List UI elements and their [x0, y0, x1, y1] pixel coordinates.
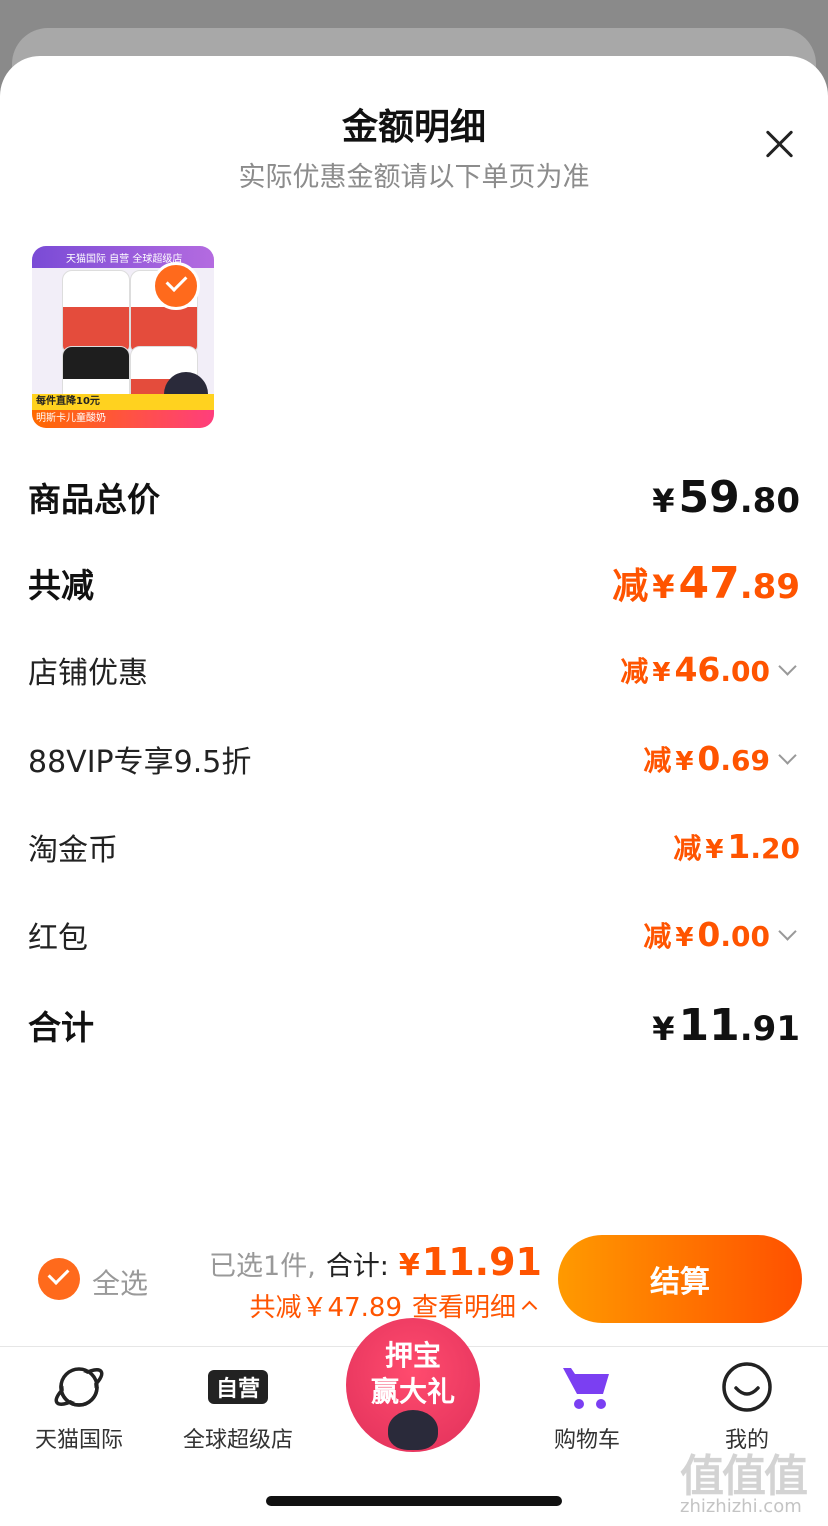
- currency-symbol: ¥: [398, 1248, 420, 1283]
- select-all-label[interactable]: 全选: [92, 1262, 148, 1302]
- row-label: 红包: [28, 921, 88, 956]
- row-coins: 淘金币 减 ¥ 1 .20: [28, 817, 800, 877]
- row-label: 88VIP专享9.5折: [28, 745, 252, 780]
- watermark-url: zhizhizhi.com: [680, 1496, 802, 1517]
- amount-integer: 1: [727, 827, 751, 866]
- currency-symbol: ¥: [675, 747, 694, 777]
- smile-icon: [722, 1362, 772, 1412]
- row-label: 店铺优惠: [28, 656, 148, 691]
- row-grand-total: 合计 ¥ 11 .91: [28, 995, 800, 1055]
- amount-decimal: .80: [739, 480, 800, 521]
- footer-total-amount: 11.91: [421, 1240, 542, 1284]
- currency-symbol: ¥: [705, 835, 724, 865]
- row-total-discount: 共减 减 ¥ 47 .89: [28, 553, 800, 613]
- row-label: 淘金币: [28, 833, 118, 868]
- tab-label: 全球超级店: [182, 1428, 293, 1453]
- discount-prefix: 减: [620, 655, 649, 688]
- selected-check-icon[interactable]: [152, 262, 200, 310]
- row-value: 减 ¥ 0 .00: [643, 915, 800, 955]
- chevron-up-icon: [522, 1298, 538, 1314]
- amount-decimal: .89: [739, 567, 800, 607]
- amount-integer: 46: [674, 650, 721, 689]
- amount-decimal: .00: [720, 655, 770, 688]
- select-all-check-icon[interactable]: [38, 1258, 80, 1300]
- promo-line1: 押宝: [384, 1339, 441, 1372]
- currency-symbol: ¥: [652, 481, 675, 520]
- planet-icon: [54, 1367, 104, 1407]
- row-label: 合计: [28, 1008, 94, 1047]
- svg-text:自营: 自营: [216, 1376, 260, 1402]
- amount-decimal: .69: [720, 744, 770, 777]
- sheet-title: 金额明细: [341, 107, 486, 148]
- row-value: ¥ 59 .80: [648, 472, 800, 523]
- currency-symbol: ¥: [652, 658, 671, 688]
- discount-summary: 共减￥47.89: [249, 1293, 402, 1323]
- discount-prefix: 减: [643, 920, 672, 953]
- sheet-subtitle: 实际优惠金额请以下单页为准: [238, 162, 590, 193]
- view-detail-link[interactable]: 共减￥47.89 查看明细: [250, 1287, 538, 1324]
- tmall-cat-icon: [388, 1410, 438, 1450]
- row-value: 减 ¥ 46 .00: [620, 650, 800, 690]
- amount-integer: 59: [678, 471, 740, 523]
- total-label: 合计:: [325, 1251, 389, 1282]
- row-value: 减 ¥ 47 .89: [612, 557, 800, 609]
- currency-symbol: ¥: [652, 568, 675, 606]
- promo-line2: 赢大礼: [370, 1375, 455, 1408]
- row-vip-discount[interactable]: 88VIP专享9.5折 减 ¥ 0 .69: [28, 729, 800, 789]
- tab-label: 天猫国际: [34, 1428, 123, 1453]
- discount-prefix: 减: [643, 744, 672, 777]
- ziying-icon: 自营: [208, 1370, 268, 1404]
- row-total-price: 商品总价 ¥ 59 .80: [28, 467, 800, 527]
- amount-integer: 0: [697, 739, 721, 778]
- yogurt-pouch: [62, 270, 130, 352]
- tab-label: 购物车: [553, 1428, 620, 1453]
- home-indicator[interactable]: [266, 1496, 562, 1506]
- tab-tmall-intl[interactable]: 天猫国际: [9, 1360, 149, 1454]
- detail-link-text: 查看明细: [411, 1293, 516, 1323]
- chevron-down-icon[interactable]: [778, 655, 800, 685]
- watermark: 值值值: [680, 1451, 808, 1502]
- amount-decimal: .91: [739, 1008, 800, 1049]
- chevron-down-icon[interactable]: [778, 920, 800, 950]
- thumb-promo-band: 每件直降10元: [32, 394, 214, 410]
- currency-symbol: ¥: [652, 1009, 675, 1048]
- selected-count: 已选1件,: [209, 1251, 316, 1282]
- tab-global-store[interactable]: 自营 全球超级店: [168, 1360, 308, 1454]
- discount-prefix: 减: [612, 566, 649, 607]
- row-value: 减 ¥ 1 .20: [673, 827, 800, 867]
- amount-decimal: .20: [750, 832, 800, 865]
- promo-badge[interactable]: 押宝 赢大礼: [346, 1318, 480, 1452]
- currency-symbol: ¥: [675, 923, 694, 953]
- chevron-down-icon[interactable]: [778, 744, 800, 774]
- row-label: 共减: [28, 566, 94, 605]
- discount-prefix: 减: [673, 832, 702, 865]
- thumb-product-name: 明斯卡儿童酸奶: [32, 410, 214, 428]
- row-label: 商品总价: [28, 480, 160, 519]
- tab-cart[interactable]: 购物车: [517, 1360, 657, 1454]
- amount-integer: 11: [678, 999, 740, 1051]
- close-icon[interactable]: [762, 126, 798, 162]
- cart-icon: [563, 1368, 609, 1409]
- checkout-button[interactable]: 结算: [558, 1235, 802, 1323]
- thumb-banner-text: 天猫国际 自营 全球超级店: [66, 254, 183, 265]
- amount-integer: 47: [678, 558, 740, 609]
- footer-summary: 已选1件, 合计: ¥ 11.91: [209, 1240, 542, 1284]
- row-value: ¥ 11 .91: [648, 1000, 800, 1051]
- row-shop-discount[interactable]: 店铺优惠 减 ¥ 46 .00: [28, 640, 800, 700]
- amount-integer: 0: [697, 915, 721, 954]
- row-value: 减 ¥ 0 .69: [643, 739, 800, 779]
- row-red-packet[interactable]: 红包 减 ¥ 0 .00: [28, 905, 800, 965]
- amount-decimal: .00: [720, 920, 770, 953]
